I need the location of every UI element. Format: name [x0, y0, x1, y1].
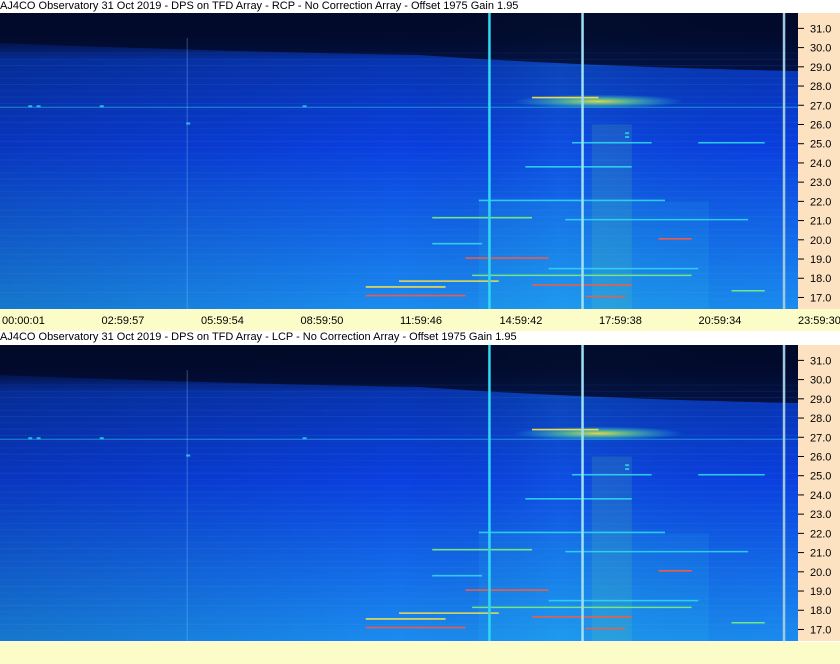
signal-speck [28, 437, 33, 440]
y-tick-label: 20.0 [810, 235, 831, 247]
y-tick-label: 29.0 [810, 62, 831, 74]
rcp-frequency-axis: 31.0 30.0 29.0 28.0 27.0 26.0 25.0 24.0 23.0 22.0… [798, 13, 840, 309]
y-tick-label: 30.0 [810, 375, 831, 387]
x-tick-label: 23:59:30 [798, 315, 840, 327]
y-tick-label: 18.0 [810, 605, 831, 617]
x-tick-label: 00:00:01 [2, 315, 45, 327]
y-tick-label: 20.0 [810, 567, 831, 579]
lcp-frequency-axis: 31.0 30.0 29.0 28.0 27.0 26.0 25.0 24.0 23.0 22.0… [798, 345, 840, 641]
x-tick-label: 05:59:54 [201, 315, 244, 327]
y-tick-label: 18.0 [810, 273, 831, 285]
y-tick-label: 27.0 [810, 432, 831, 444]
y-tick-label: 26.0 [810, 451, 831, 463]
y-tick-label: 24.0 [810, 158, 831, 170]
signal-speck [99, 105, 104, 108]
y-tick-label: 19.0 [810, 254, 831, 266]
y-tick-label: 22.0 [810, 196, 831, 208]
signal-speck [625, 132, 630, 135]
y-tick-label: 22.0 [810, 528, 831, 540]
burst-27mhz [513, 94, 684, 109]
y-tick-label: 28.0 [810, 81, 831, 93]
rcp-time-axis: 00:00:01 02:59:57 05:59:54 08:59:50 11:59:46… [0, 309, 840, 331]
signal-speck [28, 105, 33, 108]
x-tick-label: 11:59:46 [400, 315, 442, 327]
y-tick-label: 23.0 [810, 177, 831, 189]
signal-speck [625, 136, 630, 139]
y-tick-label: 24.0 [810, 490, 831, 502]
rcp-title: AJ4CO Observatory 31 Oct 2019 - DPS on T… [0, 0, 519, 12]
y-tick-label: 25.0 [810, 471, 831, 483]
lcp-spectrogram [0, 345, 798, 641]
signal-speck [625, 468, 630, 471]
y-tick-label: 31.0 [810, 355, 831, 367]
x-tick-label: 20:59:34 [699, 315, 742, 327]
y-tick-label: 30.0 [810, 43, 831, 55]
burst-27mhz [513, 426, 684, 441]
signal-speck [36, 105, 41, 108]
y-tick-label: 29.0 [810, 394, 831, 406]
y-tick-label: 19.0 [810, 586, 831, 598]
y-tick-label: 25.0 [810, 139, 831, 151]
x-tick-label: 14:59:42 [500, 315, 543, 327]
lcp-time-axis [0, 642, 840, 664]
y-tick-label: 17.0 [810, 292, 831, 304]
lcp-title: AJ4CO Observatory 31 Oct 2019 - DPS on T… [0, 331, 517, 343]
signal-speck [302, 105, 307, 108]
signal-speck [99, 437, 104, 440]
y-tick-label: 28.0 [810, 413, 831, 425]
y-tick-label: 31.0 [810, 23, 831, 35]
y-tick-label: 23.0 [810, 509, 831, 521]
y-tick-label: 27.0 [810, 100, 831, 112]
y-tick-label: 21.0 [810, 216, 831, 228]
signal-speck [625, 464, 630, 467]
signal-speck [302, 437, 307, 440]
x-tick-label: 02:59:57 [102, 315, 145, 327]
y-tick-label: 26.0 [810, 119, 831, 131]
signal-speck [36, 437, 41, 440]
x-tick-label: 08:59:50 [301, 315, 344, 327]
rcp-spectrogram [0, 13, 798, 309]
x-tick-label: 17:59:38 [599, 315, 642, 327]
y-tick-label: 21.0 [810, 548, 831, 560]
y-tick-label: 17.0 [810, 624, 831, 636]
